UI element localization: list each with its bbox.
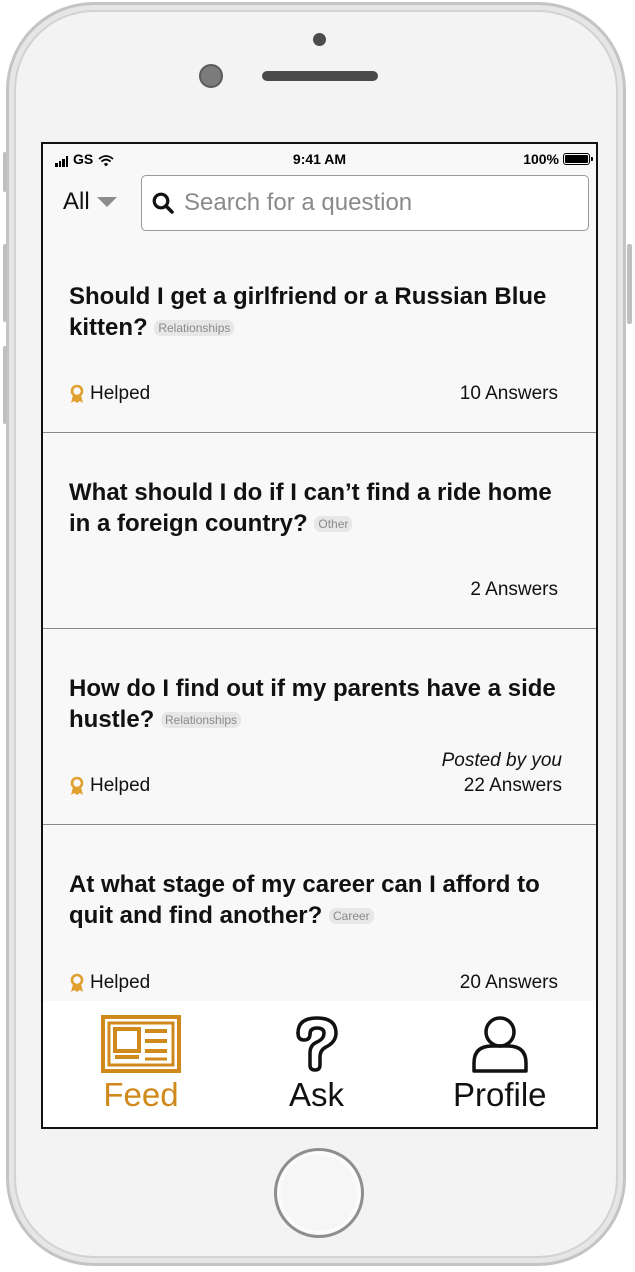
question-title: How do I find out if my parents have a s… (69, 673, 579, 735)
front-camera (199, 64, 223, 88)
answer-count: 2 Answers (470, 579, 558, 600)
question-card[interactable]: What should I do if I can’t find a ride … (43, 433, 596, 629)
category-tag: Relationships (154, 320, 235, 336)
question-title: What should I do if I can’t find a ride … (69, 477, 579, 539)
search-box[interactable] (141, 175, 589, 231)
answer-meta: Posted by you 22 Answers (442, 750, 562, 797)
tab-ask-label: Ask (289, 1076, 345, 1113)
battery-percent: 100% (523, 151, 559, 167)
app-screen: GS 9:41 AM 100% All Should (41, 142, 598, 1129)
answer-count: 10 Answers (459, 383, 558, 404)
status-right: 100% (523, 151, 593, 167)
helped-label: Helped (90, 383, 151, 404)
tab-ask[interactable]: Ask (289, 1015, 344, 1113)
earpiece-speaker (262, 71, 378, 81)
category-tag: Career (328, 908, 374, 924)
award-ribbon-icon (70, 384, 84, 403)
helped-indicator: Helped (69, 775, 150, 797)
question-card[interactable]: At what stage of my career can I afford … (43, 825, 596, 1021)
question-card[interactable]: Should I get a girlfriend or a Russian B… (43, 237, 596, 433)
tab-profile-label: Profile (453, 1076, 547, 1113)
helped-label: Helped (90, 972, 151, 993)
award-ribbon-icon (70, 973, 84, 992)
question-title: Should I get a girlfriend or a Russian B… (69, 281, 579, 343)
status-time: 9:41 AM (292, 151, 347, 167)
award-ribbon-icon (70, 776, 84, 795)
power-button (627, 244, 632, 324)
helped-label: Helped (90, 775, 151, 796)
question-feed: Should I get a girlfriend or a Russian B… (43, 237, 596, 1021)
helped-indicator: Helped (69, 383, 150, 405)
question-text: Should I get a girlfriend or a Russian B… (69, 283, 547, 341)
answer-count: 20 Answers (459, 972, 558, 993)
answer-count: 22 Answers (463, 775, 562, 796)
search-input[interactable] (182, 188, 576, 218)
filter-label: All (63, 188, 90, 215)
question-text: At what stage of my career can I afford … (69, 871, 540, 929)
newspaper-icon (101, 1015, 181, 1073)
category-tag: Relationships (161, 712, 242, 728)
posted-by-label: Posted by you (441, 750, 562, 771)
tab-feed[interactable]: Feed (101, 1015, 181, 1113)
question-card[interactable]: How do I find out if my parents have a s… (43, 629, 596, 825)
user-icon (472, 1016, 528, 1073)
search-icon (152, 192, 174, 214)
tab-feed-label: Feed (103, 1076, 179, 1113)
bottom-tab-bar: Feed Ask Profile (43, 1001, 596, 1127)
status-bar: GS 9:41 AM 100% (43, 144, 596, 170)
home-button[interactable] (274, 1148, 364, 1238)
battery-icon (563, 153, 593, 165)
question-text: How do I find out if my parents have a s… (69, 675, 556, 733)
category-tag: Other (314, 516, 353, 532)
category-filter-dropdown[interactable]: All (63, 188, 118, 216)
question-title: At what stage of my career can I afford … (69, 869, 579, 931)
question-icon (295, 1016, 338, 1072)
helped-indicator: Helped (69, 972, 150, 994)
caret-down-icon (96, 197, 117, 207)
proximity-sensor (313, 33, 326, 46)
question-text: What should I do if I can’t find a ride … (69, 479, 552, 537)
tab-profile[interactable]: Profile (453, 1015, 547, 1113)
